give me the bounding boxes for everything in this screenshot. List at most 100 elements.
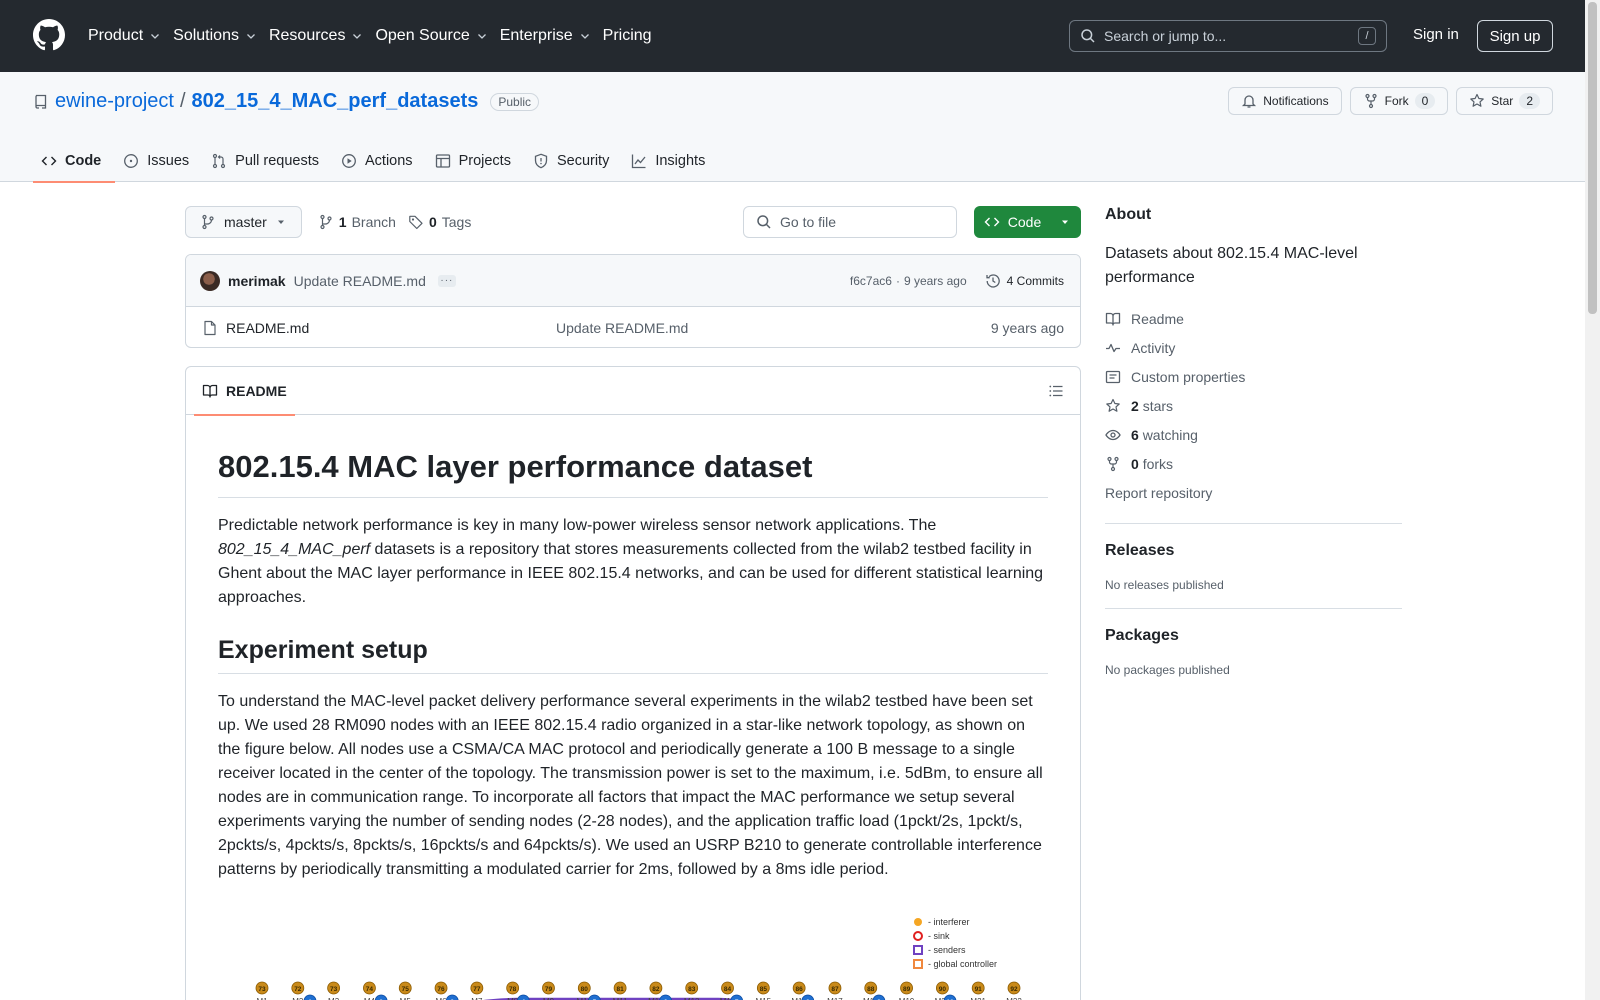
table-row[interactable]: README.md Update README.md 9 years ago bbox=[186, 307, 1080, 347]
nav-solutions-label: Solutions bbox=[173, 27, 239, 44]
node-number: 92 bbox=[1010, 986, 1018, 993]
graph-icon bbox=[632, 154, 646, 169]
node-number: 74 bbox=[366, 986, 374, 993]
node-number: 81 bbox=[616, 986, 624, 993]
nav-open-source[interactable]: Open Source bbox=[375, 27, 499, 45]
star-button[interactable]: Star 2 bbox=[1456, 87, 1553, 115]
legend-label: - interferer bbox=[928, 917, 970, 927]
readme-title: 802.15.4 MAC layer performance dataset bbox=[218, 449, 1048, 498]
tags-link[interactable]: 0 Tags bbox=[408, 214, 471, 230]
branches-link[interactable]: 1 Branch bbox=[318, 214, 396, 230]
tab-security-label: Security bbox=[556, 153, 610, 169]
tab-projects-label: Projects bbox=[458, 153, 511, 169]
nav-enterprise[interactable]: Enterprise bbox=[500, 27, 603, 45]
code-icon bbox=[41, 156, 57, 166]
forks-link[interactable]: 0 forks bbox=[1105, 449, 1402, 478]
commits-history-link[interactable]: 4 Commits bbox=[985, 273, 1064, 289]
tab-issues[interactable]: Issues bbox=[115, 140, 203, 182]
packages-heading[interactable]: Packages bbox=[1105, 627, 1402, 645]
sidebar-divider bbox=[1105, 523, 1402, 524]
code-download-button[interactable]: Code bbox=[974, 206, 1081, 238]
sign-in-link[interactable]: Sign in bbox=[1413, 26, 1459, 43]
tab-insights-label: Insights bbox=[655, 153, 706, 169]
file-commit-message-link[interactable]: Update README.md bbox=[556, 320, 688, 336]
chevron-down-icon bbox=[247, 34, 255, 39]
custom-properties-link[interactable]: Custom properties bbox=[1105, 362, 1402, 391]
node-number: 80 bbox=[581, 986, 589, 993]
fork-button[interactable]: Fork 0 bbox=[1349, 87, 1449, 115]
repo-owner-link[interactable]: ewine-project bbox=[55, 90, 174, 113]
stars-link[interactable]: 2 stars bbox=[1105, 391, 1402, 420]
readme-link[interactable]: Readme bbox=[1105, 304, 1402, 333]
go-to-file-input[interactable]: Go to file bbox=[743, 206, 957, 238]
list-unordered-icon[interactable] bbox=[1048, 383, 1064, 399]
tab-code[interactable]: Code bbox=[33, 140, 116, 183]
report-repository-link[interactable]: Report repository bbox=[1105, 478, 1402, 507]
page-scrollbar-thumb[interactable] bbox=[1588, 2, 1597, 314]
repo-name-link[interactable]: 802_15_4_MAC_perf_datasets bbox=[192, 90, 479, 113]
file-icon bbox=[204, 320, 216, 336]
github-logo-icon[interactable] bbox=[33, 19, 65, 51]
nav-resources[interactable]: Resources bbox=[269, 27, 375, 45]
watching-count: 6 bbox=[1131, 426, 1139, 443]
file-name-link[interactable]: README.md bbox=[226, 320, 556, 336]
releases-heading[interactable]: Releases bbox=[1105, 542, 1402, 560]
custom-properties-label: Custom properties bbox=[1131, 368, 1246, 385]
node-number: 82 bbox=[652, 986, 660, 993]
node-number: 78 bbox=[509, 986, 517, 993]
commit-hash-link[interactable]: f6c7ac6 bbox=[850, 274, 892, 288]
nav-enterprise-label: Enterprise bbox=[499, 27, 573, 44]
experiment-setup-paragraph: To understand the MAC-level packet deliv… bbox=[218, 693, 1043, 878]
shield-icon bbox=[534, 153, 548, 169]
nav-pricing[interactable]: Pricing bbox=[603, 27, 664, 45]
pull-request-icon bbox=[213, 153, 226, 169]
issue-icon bbox=[124, 154, 139, 168]
global-search-input[interactable]: Search or jump to... / bbox=[1069, 20, 1387, 52]
sign-up-button[interactable]: Sign up bbox=[1477, 20, 1553, 52]
watchers-link[interactable]: 6 watching bbox=[1105, 420, 1402, 449]
tab-insights[interactable]: Insights bbox=[623, 140, 719, 182]
fork-icon bbox=[1365, 93, 1377, 109]
branch-select-button[interactable]: master bbox=[185, 206, 302, 238]
tab-issues-label: Issues bbox=[147, 153, 190, 169]
commit-message-link[interactable]: Update README.md bbox=[294, 273, 426, 289]
readme-panel: README 802.15.4 MAC layer performance da… bbox=[185, 366, 1081, 1000]
commit-author-link[interactable]: merimak bbox=[228, 273, 286, 289]
avatar[interactable] bbox=[200, 270, 220, 291]
notifications-label: Notifications bbox=[1263, 94, 1329, 108]
search-shortcut-key: / bbox=[1358, 27, 1376, 45]
readme-intro-paragraph: Predictable network performance is key i… bbox=[218, 514, 1048, 610]
nav-solutions[interactable]: Solutions bbox=[173, 27, 269, 45]
nav-product[interactable]: Product bbox=[88, 27, 173, 45]
legend-marker bbox=[913, 959, 923, 969]
tab-actions-label: Actions bbox=[365, 153, 413, 169]
notifications-button[interactable]: Notifications bbox=[1228, 87, 1342, 115]
commit-time: 9 years ago bbox=[903, 273, 967, 288]
tab-security[interactable]: Security bbox=[525, 140, 623, 182]
about-links: Readme Activity Custom properties 2 star… bbox=[1105, 304, 1402, 507]
repo-actions: Notifications Fork 0 Star 2 bbox=[1228, 87, 1553, 115]
nav-product-label: Product bbox=[88, 27, 144, 44]
tab-pull-requests[interactable]: Pull requests bbox=[203, 140, 333, 182]
tag-icon bbox=[409, 215, 423, 230]
repo-sidebar: About Datasets about 802.15.4 MAC-level … bbox=[1105, 206, 1402, 677]
play-icon bbox=[342, 154, 356, 168]
tab-actions[interactable]: Actions bbox=[333, 140, 427, 182]
star-label: Star bbox=[1491, 94, 1514, 108]
nav-open-source-label: Open Source bbox=[375, 27, 470, 44]
commit-details-toggle[interactable]: ··· bbox=[437, 274, 456, 287]
activity-link[interactable]: Activity bbox=[1105, 333, 1402, 362]
caret-down-icon bbox=[277, 220, 284, 224]
sidebar-divider bbox=[1105, 608, 1402, 609]
readme-tab[interactable]: README bbox=[194, 367, 295, 416]
fork-count: 0 bbox=[1414, 93, 1436, 109]
code-icon bbox=[984, 217, 1000, 227]
legend-label: - global controller bbox=[928, 959, 997, 969]
search-placeholder: Search or jump to... bbox=[1104, 28, 1227, 44]
book-icon bbox=[202, 384, 218, 398]
topology-svg: - interferer - sink - senders - global cont… bbox=[255, 917, 1022, 1000]
tab-projects[interactable]: Projects bbox=[427, 140, 525, 182]
visibility-badge: Public bbox=[490, 92, 540, 111]
repo-icon bbox=[35, 94, 47, 109]
intro-dataset-name: 802_15_4_MAC_perf bbox=[218, 541, 371, 558]
